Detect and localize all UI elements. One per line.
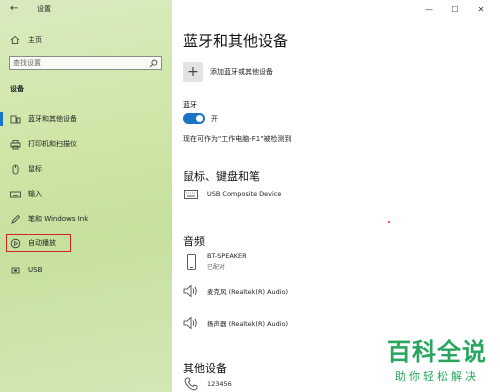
device-name: 扬声器 (Realtek(R) Audio) — [207, 320, 289, 328]
device-status: 已配对 — [207, 264, 226, 271]
sidebar-item-printers[interactable]: 打印机和扫描仪 — [8, 136, 166, 152]
title-bar: ← 设置 — [0, 0, 172, 18]
phone-speaker-icon — [183, 253, 199, 270]
device-item[interactable]: 扬声器 (Realtek(R) Audio) — [183, 315, 288, 331]
bluetooth-toggle-row[interactable]: 开 — [183, 113, 218, 124]
search-field[interactable] — [9, 56, 162, 70]
home-icon — [10, 35, 20, 44]
highlight-box — [6, 234, 71, 252]
app-title: 设置 — [37, 5, 51, 13]
sidebar-item-label: 打印机和扫描仪 — [28, 140, 77, 148]
toggle-state-label: 开 — [211, 114, 218, 123]
discoverable-text: 现在可作为"工作电脑-F1"被检测到 — [183, 135, 292, 143]
printer-icon — [10, 139, 21, 149]
device-item[interactable]: 麦克风 (Realtek(R) Audio) — [183, 283, 288, 299]
sidebar-item-usb[interactable]: USB — [8, 262, 166, 278]
sidebar-item-input[interactable]: 输入 — [8, 186, 166, 202]
sidebar-item-label: 输入 — [28, 190, 42, 198]
sidebar-item-label: 笔和 Windows Ink — [28, 215, 89, 223]
sidebar-item-label: 蓝牙和其他设备 — [28, 115, 77, 123]
section-title-audio: 音频 — [183, 235, 205, 248]
device-name: USB Composite Device — [207, 190, 282, 198]
bluetooth-devices-icon — [10, 115, 21, 123]
window-controls: — ☐ ✕ — [416, 2, 494, 16]
watermark-subtitle: 助你轻松解决 — [395, 370, 479, 383]
plus-icon: + — [183, 62, 203, 82]
usb-icon — [11, 267, 20, 273]
sidebar-item-label: 鼠标 — [28, 165, 42, 173]
sidebar-item-home[interactable]: 主页 — [10, 33, 160, 47]
speaker-icon — [183, 283, 199, 299]
maximize-button[interactable]: ☐ — [442, 2, 468, 16]
bluetooth-label: 蓝牙 — [183, 101, 197, 109]
sidebar-item-mouse[interactable]: 鼠标 — [8, 161, 166, 177]
page-title: 蓝牙和其他设备 — [183, 32, 289, 50]
watermark-title: 百科全说 — [387, 338, 487, 366]
speaker-icon — [183, 315, 199, 331]
keyboard-icon — [10, 191, 21, 197]
section-title-input: 鼠标、键盘和笔 — [183, 170, 260, 183]
sidebar-item-pen[interactable]: 笔和 Windows Ink — [8, 211, 166, 227]
pen-icon — [11, 214, 21, 224]
device-item[interactable]: USB Composite Device — [183, 186, 281, 202]
search-input[interactable] — [13, 59, 143, 67]
add-device-label: 添加蓝牙或其他设备 — [210, 68, 273, 76]
phone-icon — [183, 376, 199, 392]
minimize-button[interactable]: — — [416, 2, 442, 16]
device-name: 麦克风 (Realtek(R) Audio) — [207, 288, 289, 296]
device-item[interactable]: 123456 — [183, 376, 232, 392]
sidebar: ← 设置 主页 设备 蓝牙和其他设备 打印机和扫描仪 — [0, 0, 172, 392]
close-button[interactable]: ✕ — [468, 2, 494, 16]
bluetooth-toggle[interactable] — [183, 113, 205, 124]
section-label-devices: 设备 — [10, 85, 24, 93]
add-device-button[interactable]: + 添加蓝牙或其他设备 — [183, 62, 273, 82]
device-name: BT-SPEAKER — [207, 252, 247, 260]
mouse-icon — [12, 164, 19, 174]
sidebar-item-label: USB — [28, 266, 43, 274]
keyboard-icon — [183, 186, 199, 202]
sidebar-home-label: 主页 — [28, 36, 42, 44]
device-item[interactable]: BT-SPEAKER 已配对 — [183, 252, 247, 271]
search-icon[interactable] — [149, 59, 158, 68]
section-title-other: 其他设备 — [183, 362, 227, 375]
cursor-dot — [388, 221, 390, 223]
back-button[interactable]: ← — [10, 3, 18, 14]
device-name: 123456 — [207, 380, 232, 388]
sidebar-item-bluetooth[interactable]: 蓝牙和其他设备 — [0, 111, 166, 127]
watermark: 百科全说 助你轻松解决 — [387, 332, 487, 384]
